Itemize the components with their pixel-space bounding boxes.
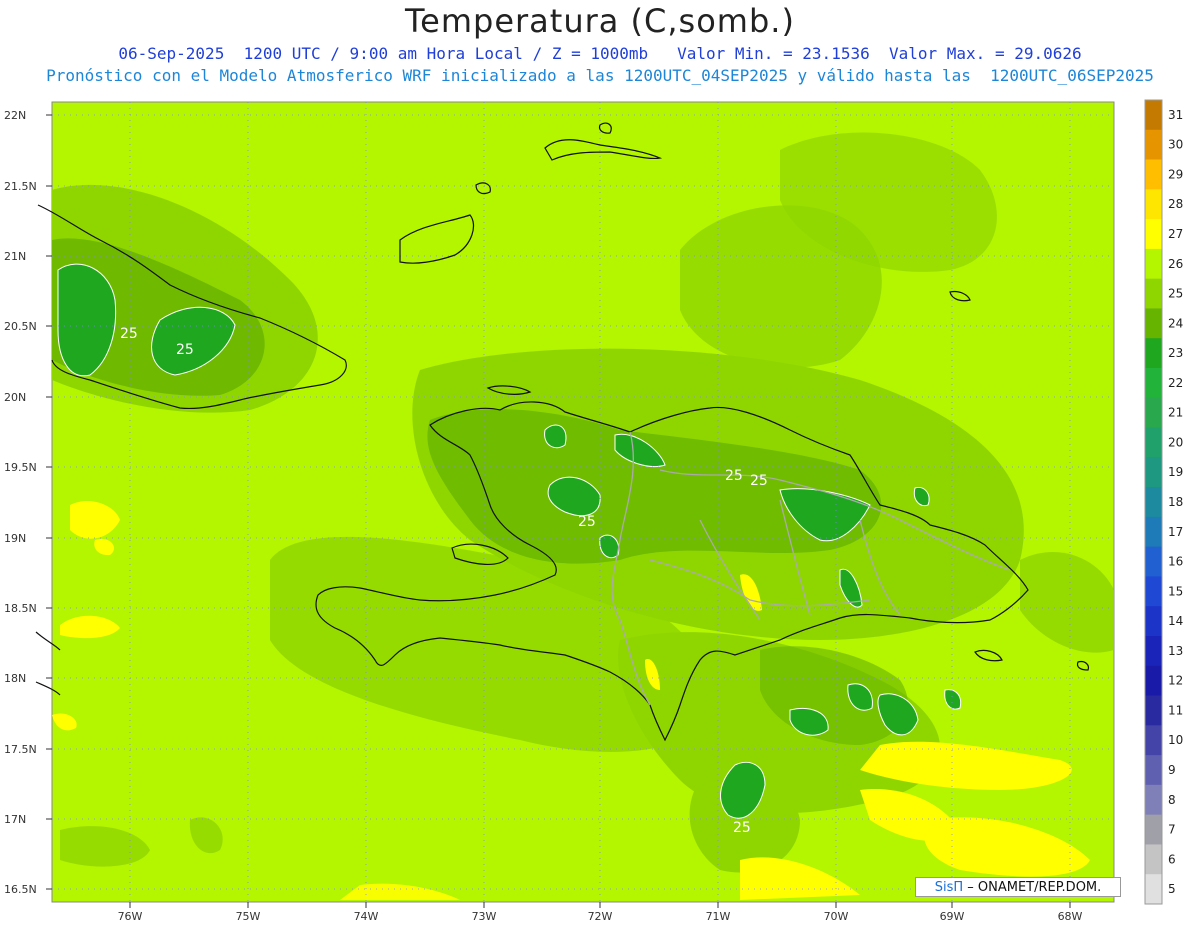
colorbar-label: 6 <box>1168 852 1176 866</box>
credit-text: – ONAMET/REP.DOM. <box>963 880 1102 895</box>
colorbar-label: 25 <box>1168 287 1183 301</box>
lon-label: 72W <box>588 910 613 923</box>
colorbar-label: 5 <box>1168 882 1176 896</box>
colorbar-swatch <box>1145 606 1162 637</box>
colorbar-swatch <box>1145 308 1162 339</box>
lat-label: 16.5N <box>4 883 37 896</box>
contour-label: 25 <box>120 326 138 342</box>
colorbar-swatch <box>1145 874 1162 905</box>
colorbar-label: 16 <box>1168 555 1183 569</box>
lon-label: 75W <box>236 910 261 923</box>
colorbar-label: 31 <box>1168 108 1183 122</box>
contour-label: 25 <box>578 514 596 530</box>
colorbar-label: 29 <box>1168 167 1183 181</box>
latitude-labels: 22N 21.5N 21N 20.5N 20N 19.5N 19N 18.5N … <box>4 109 37 896</box>
colorbar-label: 24 <box>1168 316 1183 330</box>
colorbar-swatch <box>1145 636 1162 667</box>
colorbar-label: 8 <box>1168 793 1176 807</box>
colorbar-label: 10 <box>1168 733 1183 747</box>
lat-label: 21.5N <box>4 180 37 193</box>
colorbar-label: 12 <box>1168 674 1183 688</box>
colorbar-swatch <box>1145 129 1162 161</box>
colorbar-label: 20 <box>1168 435 1183 449</box>
colorbar-label: 14 <box>1168 614 1183 628</box>
colorbar-label: 23 <box>1168 346 1183 360</box>
colorbar-swatch <box>1145 159 1162 190</box>
colorbar-swatch <box>1145 665 1162 697</box>
colorbar-label: 27 <box>1168 227 1183 241</box>
contour-label: 25 <box>733 820 751 836</box>
lat-label: 22N <box>4 109 26 122</box>
lat-label: 20.5N <box>4 320 37 333</box>
colorbar-label: 7 <box>1168 823 1176 837</box>
colorbar-swatch <box>1145 487 1162 518</box>
lon-label: 73W <box>472 910 497 923</box>
colorbar-swatch <box>1145 100 1162 131</box>
lon-label: 68W <box>1058 910 1083 923</box>
lat-label: 17N <box>4 813 26 826</box>
colorbar-label: 26 <box>1168 257 1183 271</box>
colorbar-label: 30 <box>1168 138 1183 152</box>
colorbar-label: 9 <box>1168 763 1176 777</box>
lat-label: 21N <box>4 250 26 263</box>
lat-label: 18N <box>4 672 26 685</box>
lat-label: 19.5N <box>4 461 37 474</box>
temperature-map: 25 25 25 25 25 25 22N 21.5N 21N 20.5N 20… <box>4 99 1183 923</box>
colorbar-swatch <box>1145 427 1162 458</box>
lat-label: 19N <box>4 532 26 545</box>
colorbar-swatch <box>1145 725 1162 756</box>
colorbar-swatch <box>1145 695 1162 726</box>
credit-box: SisΠ – ONAMET/REP.DOM. <box>915 877 1121 897</box>
lon-label: 74W <box>354 910 379 923</box>
colorbar-swatch <box>1145 814 1162 845</box>
colorbar-swatch <box>1145 546 1162 577</box>
colorbar-swatch <box>1145 338 1162 369</box>
colorbar-swatch <box>1145 189 1162 220</box>
colorbar-swatch <box>1145 397 1162 429</box>
lon-label: 70W <box>824 910 849 923</box>
lon-label: 71W <box>706 910 731 923</box>
contour-label: 25 <box>750 473 768 489</box>
contour-label: 25 <box>176 342 194 358</box>
colorbar-label: 22 <box>1168 376 1183 390</box>
colorbar-swatch <box>1145 784 1162 816</box>
colorbar-label: 19 <box>1168 465 1183 479</box>
colorbar-label: 28 <box>1168 197 1183 211</box>
lon-label: 69W <box>940 910 965 923</box>
colorbar: 31 30 29 28 27 26 25 24 23 22 21 20 19 18 17 16 15 14 13 12… <box>1144 99 1183 905</box>
lat-label: 17.5N <box>4 743 37 756</box>
contour-label: 25 <box>725 468 743 484</box>
colorbar-swatch <box>1145 278 1162 309</box>
lat-label: 20N <box>4 391 26 404</box>
lon-label: 76W <box>118 910 143 923</box>
longitude-labels: 76W 75W 74W 73W 72W 71W 70W 69W 68W <box>118 910 1083 923</box>
colorbar-label: 13 <box>1168 644 1183 658</box>
colorbar-label: 11 <box>1168 703 1183 717</box>
colorbar-label: 15 <box>1168 584 1183 598</box>
sispi-logo-text: SisΠ <box>934 880 964 895</box>
colorbar-swatch <box>1145 368 1162 399</box>
colorbar-label: 18 <box>1168 495 1183 509</box>
colorbar-swatch <box>1145 248 1162 280</box>
colorbar-swatch <box>1145 219 1162 250</box>
colorbar-label: 21 <box>1168 406 1183 420</box>
colorbar-swatch <box>1145 844 1162 875</box>
colorbar-swatch <box>1145 457 1162 488</box>
lat-label: 18.5N <box>4 602 37 615</box>
colorbar-label: 17 <box>1168 525 1183 539</box>
colorbar-swatch <box>1145 516 1162 548</box>
colorbar-swatch <box>1145 755 1162 786</box>
colorbar-swatch <box>1145 576 1162 607</box>
